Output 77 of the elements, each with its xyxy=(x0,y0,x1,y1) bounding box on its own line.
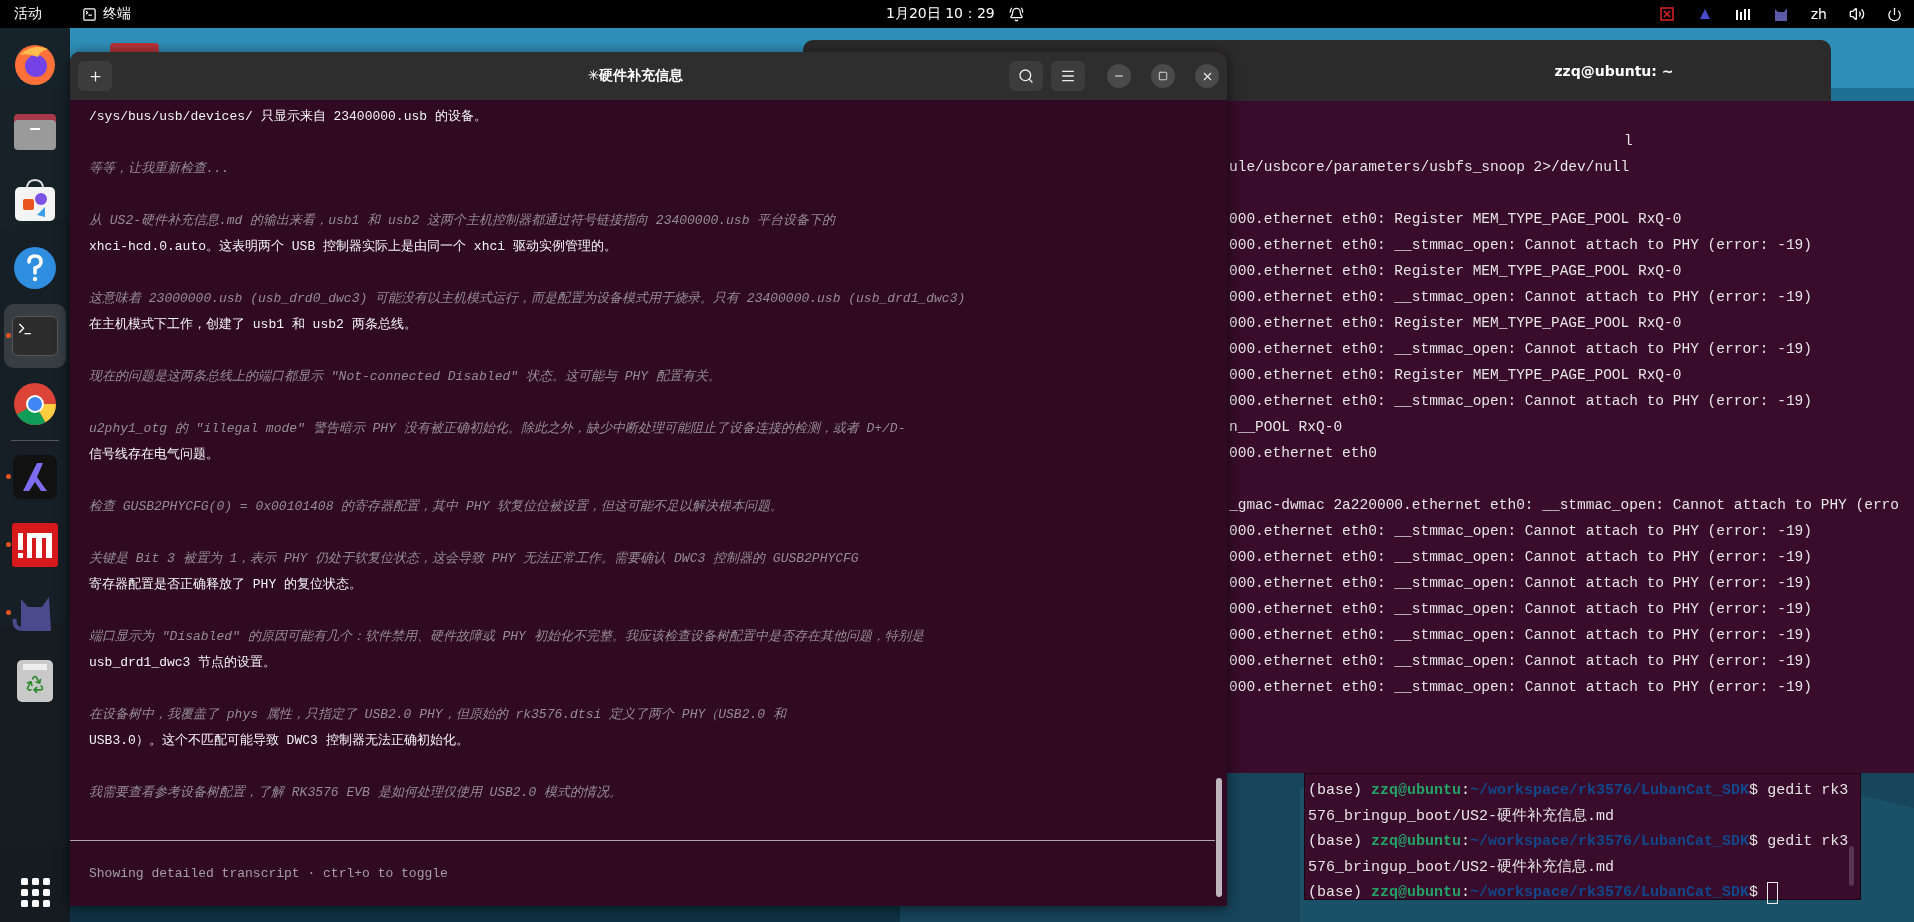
terminal-icon xyxy=(12,316,58,356)
transcript-line: u2phy1_otg 的 "illegal mode" 警告暗示 PHY 没有被正确初始化。除此之外，缺少中断处理可能阻止了设备连接的检测，或者 D+/D- xyxy=(89,420,906,438)
terminal-line: (base) zzq@ubuntu:~/workspace/rk3576/LubanCat_SDK$ gedit rk3 xyxy=(1308,832,1849,852)
status-hint: Showing detailed transcript · ctrl+o to toggle xyxy=(89,866,448,881)
close-button[interactable] xyxy=(1195,64,1219,88)
transcript-line: USB3.0）。这个不匹配可能导致 DWC3 控制器无法正确初始化。 xyxy=(89,732,469,750)
maximize-button[interactable] xyxy=(1151,64,1175,88)
terminal-line: 000.ethernet eth0: __stmmac_open: Cannot attach to PHY (error: -19) xyxy=(1229,392,1812,411)
terminal-line: ule/usbcore/parameters/usbfs_snoop 2>/dev/null xyxy=(1229,158,1630,177)
transcript-line: usb_drd1_dwc3 节点的设置。 xyxy=(89,654,277,672)
transcript-line: 关键是 Bit 3 被置为 1，表示 PHY 仍处于软复位状态，这会导致 PHY 无法正常工作。需要确认 DWC3 控制器的 GUSB2PHYCFG xyxy=(89,550,859,568)
terminal-line: 576_bringup_boot/US2-硬件补充信息.md xyxy=(1308,806,1615,827)
folder-icon xyxy=(12,112,58,152)
transcript-line: 现在的问题是这两条总线上的端口都显示 "Not-connected Disabled" 状态。这可能与 PHY 配置有关。 xyxy=(89,368,721,386)
plus-icon xyxy=(87,68,103,84)
terminal-line: 000.ethernet eth0: __stmmac_open: Cannot attach to PHY (error: -19) xyxy=(1229,652,1812,671)
terminal-line: _gmac-dwmac 2a220000.ethernet eth0: __stmmac_open: Cannot attach to PHY (erro xyxy=(1229,496,1899,515)
transcript-line: /sys/bus/usb/devices/ 只显示来自 23400000.usb 的设备。 xyxy=(89,108,487,126)
minimize-button[interactable] xyxy=(1107,64,1131,88)
terminal-line: 000.ethernet eth0 xyxy=(1229,444,1377,463)
volume-icon[interactable] xyxy=(1849,6,1865,22)
power-icon[interactable] xyxy=(1887,6,1902,22)
terminal-line: l xyxy=(1623,132,1633,151)
transcript-line: 等等，让我重新检查... xyxy=(89,160,230,178)
activities-button[interactable]: 活动 xyxy=(14,5,42,23)
terminal-line: 000.ethernet eth0: __stmmac_open: Cannot attach to PHY (error: -19) xyxy=(1229,626,1812,645)
language-indicator[interactable]: zh xyxy=(1810,6,1827,22)
app-logo-icon xyxy=(12,523,58,567)
terminal-line: 000.ethernet eth0: Register MEM_TYPE_PAGE_POOL RxQ-0 xyxy=(1229,314,1682,333)
search-button[interactable] xyxy=(1009,61,1043,91)
terminal-line: 000.ethernet eth0: __stmmac_open: Cannot attach to PHY (error: -19) xyxy=(1229,522,1812,541)
transcript-line: 端口显示为 "Disabled" 的原因可能有几个：软件禁用、硬件故障或 PHY 初始化不完整。我应该检查设备树配置中是否存在其他问题，特别是 xyxy=(89,628,924,646)
terminal-line: 000.ethernet eth0: __stmmac_open: Cannot attach to PHY (error: -19) xyxy=(1229,600,1812,619)
transcript-line: 这意味着 23000000.usb (usb_drd0_dwc3) 可能没有以主机模式运行，而是配置为设备模式用于烧录。只有 23400000.usb (usb_drd1_dwc3) xyxy=(89,290,966,308)
terminal-line: 000.ethernet eth0: Register MEM_TYPE_PAGE_POOL RxQ-0 xyxy=(1229,262,1682,281)
scrollbar-thumb[interactable] xyxy=(1849,846,1854,886)
terminal-line: 576_bringup_boot/US2-硬件补充信息.md xyxy=(1308,857,1615,878)
bell-icon[interactable] xyxy=(1008,6,1024,22)
terminal-line: 000.ethernet eth0: __stmmac_open: Cannot attach to PHY (error: -19) xyxy=(1229,288,1812,307)
transcript-line: 我需要查看参考设备树配置，了解 RK3576 EVB 是如何处理仅使用 USB2.0 模式的情况。 xyxy=(89,784,623,802)
terminal-line: 000.ethernet eth0: __stmmac_open: Cannot attach to PHY (error: -19) xyxy=(1229,236,1812,255)
tray-icon[interactable] xyxy=(1658,6,1675,22)
terminal-line: 000.ethernet eth0: Register MEM_TYPE_PAGE_POOL RxQ-0 xyxy=(1229,366,1682,385)
terminal-line: 000.ethernet eth0: __stmmac_open: Cannot attach to PHY (error: -19) xyxy=(1229,678,1812,697)
transcript-line: 检查 GUSB2PHYCFG(0) = 0x00101408 的寄存器配置，其中 PHY 软复位位被设置，但这可能不足以解决根本问题。 xyxy=(89,498,784,516)
window-title: ✳硬件补充信息 xyxy=(586,67,685,85)
terminal-line: (base) zzq@ubuntu:~/workspace/rk3576/LubanCat_SDK$ xyxy=(1308,880,1779,906)
help-icon xyxy=(12,245,58,291)
menu-icon xyxy=(1060,68,1076,84)
transcript-line: xhci-hcd.0.auto。这表明两个 USB 控制器实际上是由同一个 xhci 驱动实例管理的。 xyxy=(89,238,617,256)
cat-icon[interactable] xyxy=(1772,6,1789,22)
terminal-line: n__POOL RxQ-0 xyxy=(1229,418,1343,437)
terminal-line: (base) zzq@ubuntu:~/workspace/rk3576/LubanCat_SDK$ gedit rk3 xyxy=(1308,781,1849,801)
new-tab-button[interactable] xyxy=(78,61,112,91)
transcript-line: 信号线存在电气问题。 xyxy=(89,446,219,464)
transcript-line: 寄存器配置是否正确释放了 PHY 的复位状态。 xyxy=(89,576,362,594)
terminal-line: 000.ethernet eth0: __stmmac_open: Cannot attach to PHY (error: -19) xyxy=(1229,340,1812,359)
scrollbar-thumb[interactable] xyxy=(1216,778,1222,897)
terminal-icon xyxy=(82,6,97,22)
transcript-line: 从 US2-硬件补充信息.md 的输出来看，usb1 和 usb2 这两个主机控制器都通过符号链接指向 23400000.usb 平台设备下的 xyxy=(89,212,836,230)
app-menu[interactable]: 终端 xyxy=(82,5,131,23)
signal-bars-icon[interactable] xyxy=(1734,6,1751,22)
menu-button[interactable] xyxy=(1051,61,1085,91)
search-icon xyxy=(1018,68,1034,84)
terminal-line: 000.ethernet eth0: __stmmac_open: Cannot attach to PHY (error: -19) xyxy=(1229,548,1812,567)
maximize-icon xyxy=(1158,71,1168,81)
transcript-line: 在设备树中，我覆盖了 phys 属性，只指定了 USB2.0 PHY，但原始的 rk3576.dtsi 定义了两个 PHY（USB2.0 和 xyxy=(89,706,786,724)
terminal-line: 000.ethernet eth0: __stmmac_open: Cannot attach to PHY (error: -19) xyxy=(1229,574,1812,593)
folder-icon xyxy=(110,43,159,53)
terminal-line: 000.ethernet eth0: Register MEM_TYPE_PAGE_POOL RxQ-0 xyxy=(1229,210,1682,229)
window-title: zzq@ubuntu: ~ xyxy=(1554,62,1674,79)
transcript-line: 在主机模式下工作，创建了 usb1 和 usb2 两条总线。 xyxy=(89,316,417,334)
trash-icon xyxy=(15,658,55,704)
app-logo-icon xyxy=(13,455,57,499)
clock[interactable]: 1月20日 10：29 xyxy=(885,5,995,23)
circle-logo-icon xyxy=(12,381,58,427)
shopping-bag-icon xyxy=(13,177,57,223)
